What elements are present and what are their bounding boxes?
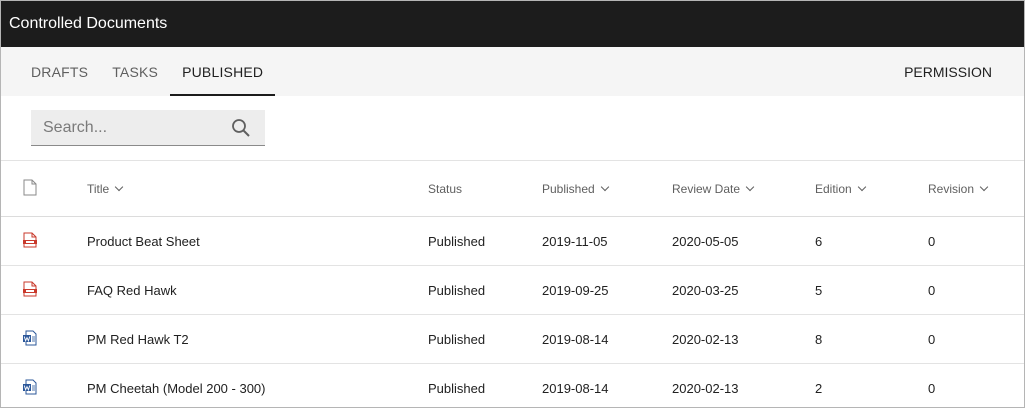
search-icon[interactable] xyxy=(231,118,251,138)
chevron-down-icon xyxy=(857,182,866,191)
chevron-down-icon xyxy=(745,182,755,191)
search-row xyxy=(1,96,1024,161)
row-title[interactable]: PM Cheetah (Model 200 - 300) xyxy=(87,363,428,407)
row-review-date: 2020-02-13 xyxy=(672,314,815,364)
row-edition: 5 xyxy=(815,265,928,315)
table-row[interactable]: PM Red Hawk T2 Published 2019-08-14 2020… xyxy=(1,314,1024,364)
row-published: 2019-08-14 xyxy=(542,363,672,407)
table-row[interactable]: Product Beat Sheet Published 2019-11-05 … xyxy=(1,216,1024,266)
row-revision: 0 xyxy=(928,363,1024,407)
row-revision: 0 xyxy=(928,265,1024,315)
chevron-down-icon xyxy=(979,182,989,191)
table-row[interactable]: FAQ Red Hawk Published 2019-09-25 2020-0… xyxy=(1,265,1024,315)
row-revision: 0 xyxy=(928,314,1024,364)
search-input[interactable] xyxy=(31,110,235,146)
header-edition[interactable]: Edition xyxy=(815,161,928,217)
header-revision[interactable]: Revision xyxy=(928,161,1024,217)
row-revision: 0 xyxy=(928,216,1024,266)
chevron-down-icon xyxy=(600,182,609,191)
header-type xyxy=(1,161,87,217)
row-title[interactable]: Product Beat Sheet xyxy=(87,216,428,266)
chevron-down-icon xyxy=(114,182,124,191)
app-title: Controlled Documents xyxy=(9,15,168,32)
header-status: Status xyxy=(428,161,542,217)
documents-table: Title Status Published Review Date Editi… xyxy=(1,161,1024,407)
file-icon xyxy=(23,179,37,196)
tab-bar: DRAFTS TASKS PUBLISHED PERMISSION xyxy=(1,47,1024,96)
table-row[interactable]: PM Cheetah (Model 200 - 300) Published 2… xyxy=(1,363,1024,407)
row-edition: 6 xyxy=(815,216,928,266)
row-status: Published xyxy=(428,363,542,407)
table-header-row: Title Status Published Review Date Editi… xyxy=(1,161,1024,217)
title-bar: Controlled Documents xyxy=(1,1,1024,47)
row-published: 2019-08-14 xyxy=(542,314,672,364)
header-review-date[interactable]: Review Date xyxy=(672,161,815,217)
row-edition: 2 xyxy=(815,363,928,407)
row-review-date: 2020-02-13 xyxy=(672,363,815,407)
header-published[interactable]: Published xyxy=(542,161,672,217)
pdf-file-icon xyxy=(23,232,37,248)
pdf-file-icon xyxy=(23,281,37,297)
row-status: Published xyxy=(428,216,542,266)
word-file-icon xyxy=(23,330,37,346)
row-review-date: 2020-03-25 xyxy=(672,265,815,315)
tab-tasks[interactable]: TASKS xyxy=(100,47,170,96)
row-edition: 8 xyxy=(815,314,928,364)
row-review-date: 2020-05-05 xyxy=(672,216,815,266)
header-title[interactable]: Title xyxy=(87,161,428,217)
row-title[interactable]: PM Red Hawk T2 xyxy=(87,314,428,364)
word-file-icon xyxy=(23,379,37,395)
tab-drafts[interactable]: DRAFTS xyxy=(19,47,100,96)
row-status: Published xyxy=(428,265,542,315)
permission-button[interactable]: PERMISSION xyxy=(904,47,992,96)
row-published: 2019-09-25 xyxy=(542,265,672,315)
search-box xyxy=(31,110,265,146)
row-published: 2019-11-05 xyxy=(542,216,672,266)
row-title[interactable]: FAQ Red Hawk xyxy=(87,265,428,315)
app-window: Controlled Documents DRAFTS TASKS PUBLIS… xyxy=(0,0,1025,408)
tab-published[interactable]: PUBLISHED xyxy=(170,47,276,96)
row-status: Published xyxy=(428,314,542,364)
